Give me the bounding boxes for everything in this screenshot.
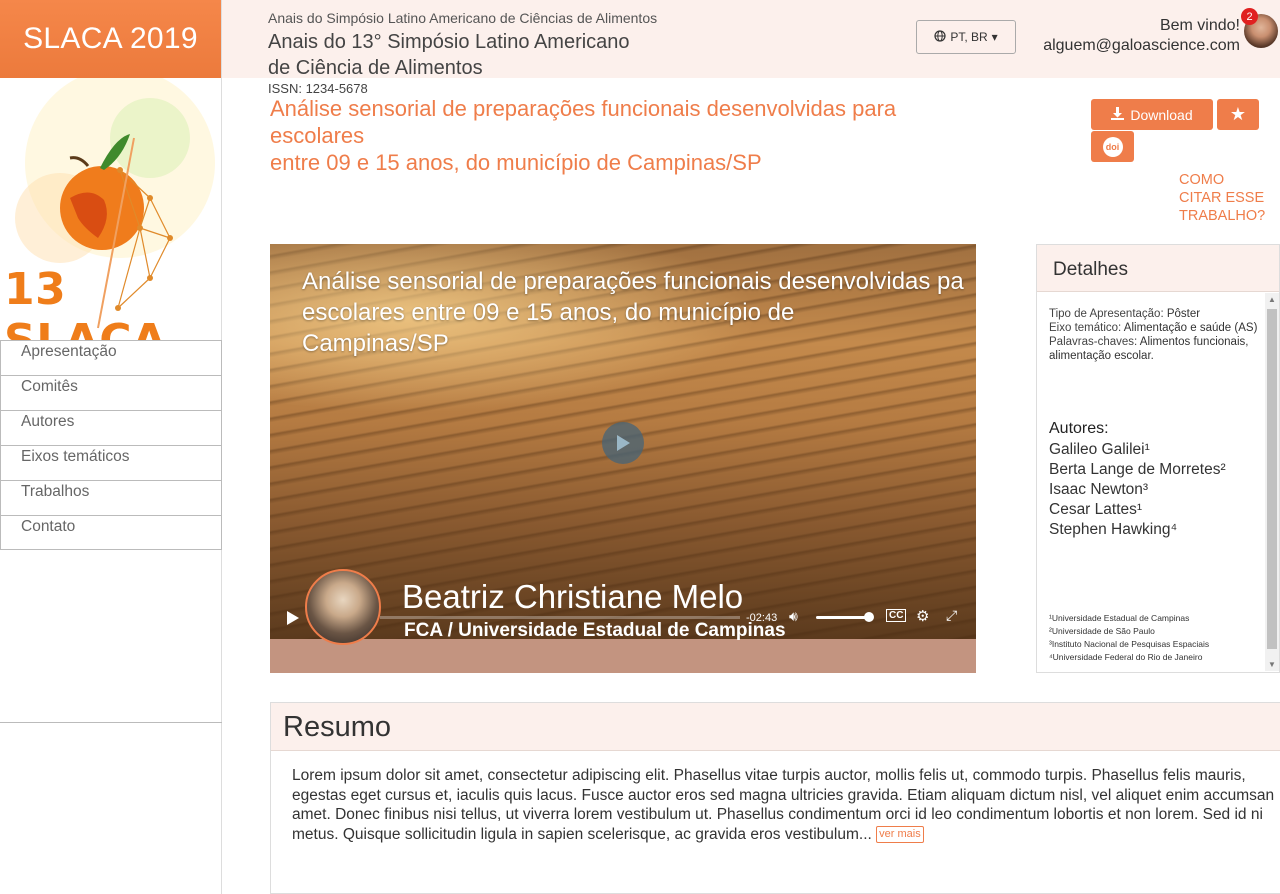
download-button[interactable]: Download (1091, 99, 1213, 130)
abstract-line: metus. Quisque sollicitudin ligula in sa… (292, 825, 872, 843)
sidebar-item-apresentacao[interactable]: Apresentação (0, 340, 222, 375)
author-item[interactable]: Cesar Lattes¹ (1049, 500, 1226, 520)
globe-icon (934, 29, 946, 45)
affiliations-list: ¹Universidade Estadual de Campinas ²Univ… (1049, 612, 1209, 664)
authors-title: Autores: (1049, 420, 1109, 437)
top-header: Anais do Simpósio Latino Americano de Ci… (222, 0, 1280, 81)
details-heading: Detalhes (1037, 245, 1279, 292)
video-title: Análise sensorial de preparações funcion… (302, 268, 964, 357)
authors-list: Galileo Galilei¹ Berta Lange de Morretes… (1049, 440, 1226, 540)
sidebar-item-autores[interactable]: Autores (0, 410, 222, 445)
affiliation-item: ⁴Universidade Federal do Rio de Janeiro (1049, 652, 1203, 662)
abstract-section: Resumo Lorem ipsum dolor sit amet, conse… (270, 702, 1280, 894)
header-title-line1: Anais do 13° Simpósio Latino Americano (268, 31, 630, 53)
theme-label: Eixo temático: (1049, 322, 1122, 334)
welcome-text: Bem vindo! (1159, 17, 1240, 34)
issn-label: ISSN: 1234-5678 (268, 81, 368, 96)
caret-down-icon: ▾ (991, 30, 998, 44)
scroll-thumb[interactable] (1267, 309, 1277, 649)
play-overlay-button[interactable] (602, 422, 644, 464)
settings-gear-icon[interactable]: ⚙ (916, 607, 929, 625)
language-label: PT, BR (950, 30, 988, 44)
sidebar-item-comites[interactable]: Comitês (0, 375, 222, 410)
sidebar-item-eixos-tematicos[interactable]: Eixos temáticos (0, 445, 222, 480)
paper-title-line2: escolares (270, 123, 365, 148)
affiliation-item: ³Instituto Nacional de Pesquisas Espacia… (1049, 639, 1210, 649)
abstract-line: amet. Donec finibus nisi tellus, ut vive… (292, 806, 1263, 823)
paper-title-line3: entre 09 e 15 anos, do município de Camp… (270, 150, 762, 175)
sidebar-divider (0, 722, 222, 723)
abstract-heading: Resumo (271, 703, 1280, 751)
user-greeting[interactable]: Bem vindo! alguem@galoascience.com (1043, 16, 1240, 56)
abstract-line: Lorem ipsum dolor sit amet, consectetur … (292, 767, 1246, 784)
download-icon (1111, 106, 1125, 123)
author-item[interactable]: Berta Lange de Morretes² (1049, 460, 1226, 480)
author-item[interactable]: Isaac Newton³ (1049, 480, 1226, 500)
keywords-label: Palavras-chaves: (1049, 336, 1138, 348)
cite-link[interactable]: COMO CITAR ESSE TRABALHO? (1179, 171, 1269, 225)
affiliation-item: ¹Universidade Estadual de Campinas (1049, 613, 1190, 623)
time-remaining: -02:43 (746, 612, 778, 624)
scroll-down-icon[interactable]: ▼ (1268, 660, 1276, 669)
volume-icon[interactable]: 🔊︎ (789, 608, 798, 625)
author-item[interactable]: Galileo Galilei¹ (1049, 440, 1226, 460)
fullscreen-icon[interactable]: ⤢ (946, 607, 957, 624)
user-email: alguem@galoascience.com (1043, 37, 1240, 54)
sidebar: SLACA 2019 13 Apresentação Comitês Autor… (0, 0, 222, 894)
event-logo[interactable]: 13 SLACA (0, 78, 221, 366)
video-controls: -02:43 🔊︎ CC ⚙ ⤢ (270, 602, 976, 632)
star-icon: ★ (1229, 104, 1247, 124)
volume-handle[interactable] (864, 612, 874, 622)
sidebar-item-contato[interactable]: Contato (0, 515, 222, 550)
abstract-text: Lorem ipsum dolor sit amet, consectetur … (292, 766, 1280, 844)
sidebar-nav: Apresentação Comitês Autores Eixos temát… (0, 340, 222, 550)
keywords: Palavras-chaves: Alimentos funcionais, a… (1049, 335, 1259, 363)
read-more-button[interactable]: ver mais (876, 825, 924, 843)
abstract-line: egestas eget cursus et, iaculis quis lac… (292, 786, 1275, 804)
paper-title: Análise sensorial de preparações funcion… (270, 95, 930, 176)
presentation-type: Tipo de Apresentação: Pôster (1049, 307, 1259, 321)
theme: Eixo temático: Alimentação e saúde (AS) (1049, 321, 1259, 335)
brand-banner[interactable]: SLACA 2019 (0, 0, 221, 78)
theme-value: Alimentação e saúde (AS) (1123, 322, 1258, 334)
scroll-up-icon[interactable]: ▲ (1268, 295, 1276, 304)
details-scrollbar[interactable]: ▲ ▼ (1265, 293, 1279, 671)
sidebar-item-trabalhos[interactable]: Trabalhos (0, 480, 222, 515)
video-progress-bar[interactable] (380, 616, 740, 619)
paper-title-line1: Análise sensorial de preparações funcion… (270, 96, 897, 121)
volume-slider[interactable] (816, 616, 870, 619)
presentation-type-value: Pôster (1166, 308, 1201, 320)
download-label: Download (1130, 106, 1193, 123)
play-icon (617, 435, 630, 451)
presentation-type-label: Tipo de Apresentação: (1049, 308, 1164, 320)
notification-badge[interactable]: 2 (1241, 8, 1258, 25)
details-metadata: Tipo de Apresentação: Pôster Eixo temáti… (1049, 307, 1259, 363)
doi-button[interactable]: doi (1091, 131, 1134, 162)
affiliation-item: ²Universidade de São Paulo (1049, 626, 1155, 636)
header-title[interactable]: Anais do 13° Simpósio Latino Americano d… (268, 29, 688, 81)
captions-icon[interactable]: CC (886, 609, 907, 622)
video-player[interactable]: Análise sensorial de preparações funcion… (270, 244, 976, 673)
header-subtitle: Anais do Simpósio Latino Americano de Ci… (268, 10, 658, 26)
header-title-line2: de Ciência de Alimentos (268, 57, 483, 79)
doi-icon: doi (1102, 136, 1123, 157)
details-panel: Detalhes Tipo de Apresentação: Pôster Ei… (1036, 244, 1280, 673)
abstract-last-line: metus. Quisque sollicitudin ligula in sa… (292, 825, 1280, 845)
favorite-button[interactable]: ★ (1217, 99, 1259, 130)
author-item[interactable]: Stephen Hawking⁴ (1049, 520, 1226, 540)
language-selector[interactable]: PT, BR ▾ (916, 20, 1016, 54)
play-pause-icon[interactable] (286, 610, 300, 629)
